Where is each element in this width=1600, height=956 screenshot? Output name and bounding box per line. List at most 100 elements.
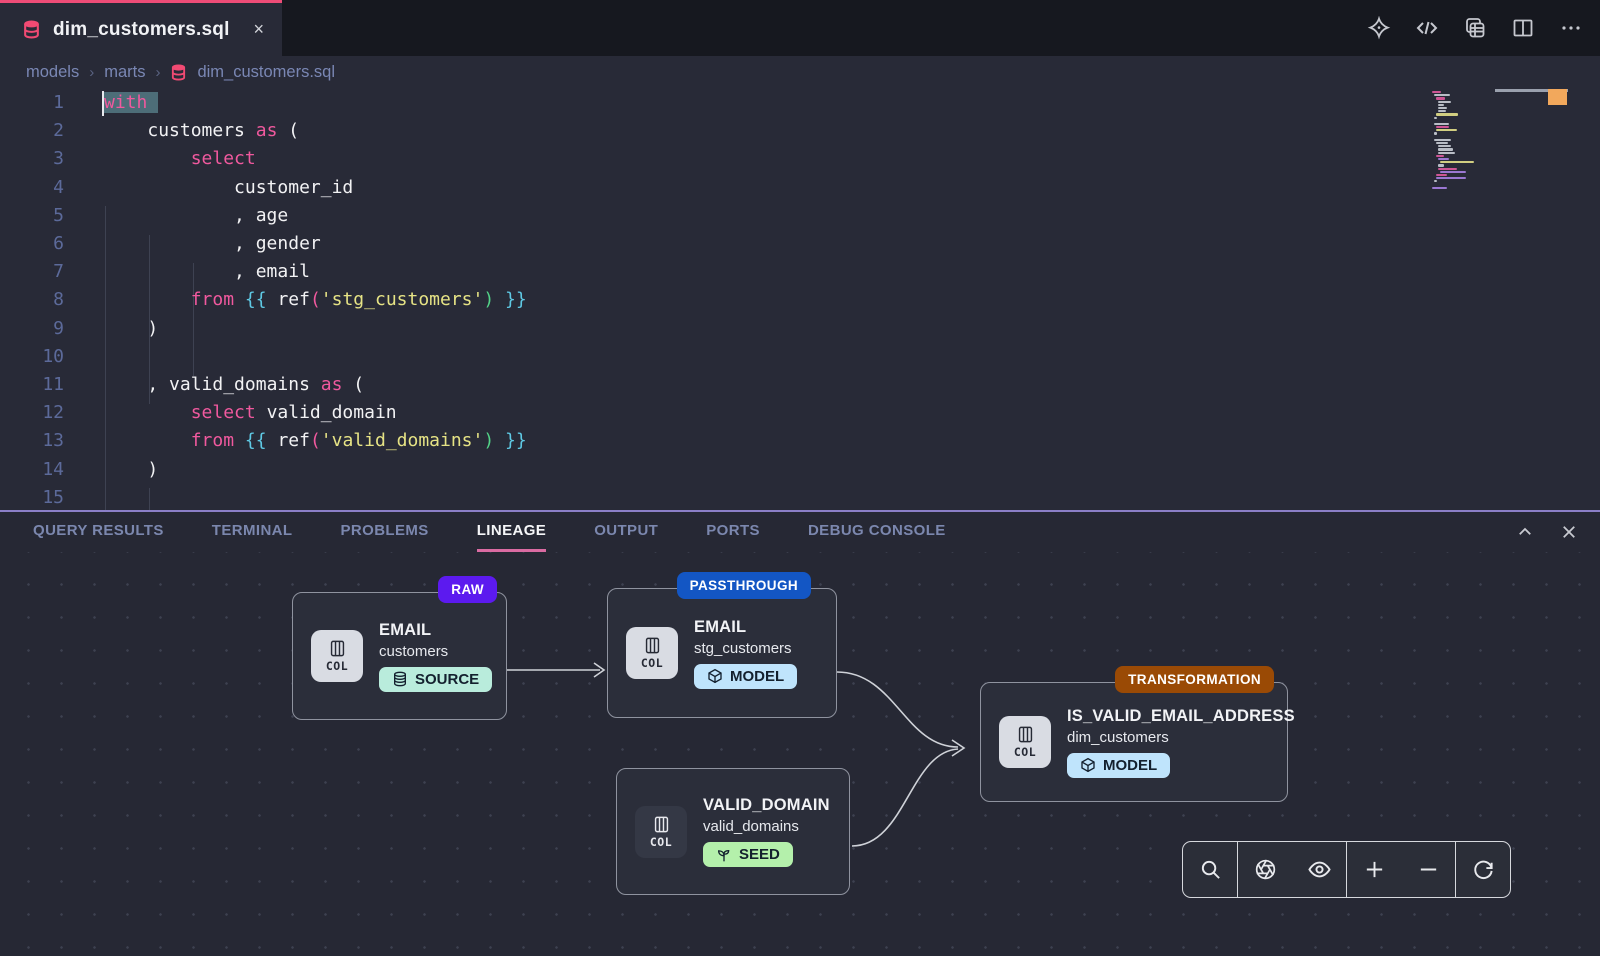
line-number: 9 [0,315,64,343]
toolbar-group [1347,842,1456,897]
minimap-line [1432,91,1441,93]
minimap-line [1436,126,1449,128]
eye-button[interactable] [1292,842,1346,897]
minimap-line [1436,142,1448,144]
line-text: , age [104,202,288,230]
edge-arrowhead [952,740,964,756]
column-icon: COL [999,716,1051,768]
panel-collapse-icon[interactable] [1516,523,1534,541]
panel-close-icon[interactable] [1560,523,1578,541]
line-text: , gender [104,230,321,258]
minimap-line [1432,187,1447,189]
line-number: 5 [0,202,64,230]
line-number: 13 [0,427,64,455]
minimap-line [1436,129,1457,131]
tab-close-icon[interactable]: × [253,19,264,40]
aperture-button[interactable] [1238,842,1292,897]
lineage-badge-passthrough: PASSTHROUGH [677,572,811,599]
node-type-badge-source: SOURCE [379,667,492,692]
code-line-11: 11 , valid_domains as ( [0,371,1600,399]
lineage-badge-transformation: TRANSFORMATION [1115,666,1274,693]
plus-button[interactable] [1347,842,1401,897]
overview-ruler-marker [1548,89,1567,105]
split-editor-icon[interactable] [1510,15,1536,41]
minimap-line [1434,139,1451,141]
tab-title: dim_customers.sql [53,19,241,41]
minus-button[interactable] [1401,842,1455,897]
minimap-line [1436,113,1458,115]
line-number: 7 [0,258,64,286]
panel-tab-terminal[interactable]: TERMINAL [212,512,293,552]
breadcrumb-separator: › [155,64,160,81]
code-icon[interactable] [1414,15,1440,41]
breadcrumb-item-models[interactable]: models [26,63,79,82]
line-number: 4 [0,174,64,202]
panel-tab-query-results[interactable]: QUERY RESULTS [33,512,164,552]
minimap-line [1438,158,1449,160]
copy-table-icon[interactable] [1462,15,1488,41]
refresh-button[interactable] [1456,842,1510,897]
edge-arrowhead [594,663,604,677]
more-icon[interactable] [1558,15,1584,41]
node-column-name: IS_VALID_EMAIL_ADDRESS [1067,707,1295,726]
node-model-name: dim_customers [1067,729,1295,746]
line-text: , valid_domains as ( [104,371,364,399]
code-line-2: 2 customers as ( [0,117,1600,145]
panel-tab-debug-console[interactable]: DEBUG CONSOLE [808,512,946,552]
line-text: ) [104,456,158,484]
toolbar-group [1183,842,1238,897]
minimap-line [1438,110,1446,112]
node-model-name: valid_domains [703,818,830,835]
lineage-node-dim_customers[interactable]: TRANSFORMATIONCOLIS_VALID_EMAIL_ADDRESSd… [980,682,1288,802]
line-text: ) [104,315,158,343]
line-text: , email [104,258,310,286]
column-icon: COL [626,627,678,679]
panel-tab-ports[interactable]: PORTS [706,512,760,552]
breadcrumb-separator: › [89,64,94,81]
minimap-line [1438,164,1444,166]
line-number: 11 [0,371,64,399]
breadcrumb-item-dim-customers-sql[interactable]: dim_customers.sql [197,63,335,82]
line-text: customer_id [104,174,353,202]
minimap-line [1440,161,1474,163]
code-line-10: 10 [0,343,1600,371]
lineage-toolbar [1182,841,1511,898]
minimap-line [1434,123,1449,125]
code-line-7: 7 , email [0,258,1600,286]
editor-tab-dim-customers[interactable]: dim_customers.sql × [0,0,282,56]
node-type-badge-seed: SEED [703,842,793,867]
minimap[interactable] [1432,91,1536,190]
tab-strip: dim_customers.sql × [0,0,1600,56]
panel-tab-lineage[interactable]: LINEAGE [477,512,546,552]
minimap-line [1438,101,1451,103]
code-line-8: 8 from {{ ref('stg_customers') }} [0,286,1600,314]
toolbar-group [1456,842,1510,897]
breadcrumb-item-marts[interactable]: marts [104,63,145,82]
line-number: 15 [0,484,64,510]
lineage-canvas[interactable]: RAWCOLEMAILcustomersSOURCEPASSTHROUGHCOL… [0,552,1600,956]
panel-tab-output[interactable]: OUTPUT [594,512,658,552]
line-text: select valid_domain [104,399,397,427]
panel-header: QUERY RESULTS TERMINAL PROBLEMS LINEAGE OUTP… [0,512,1600,552]
lineage-node-customers[interactable]: RAWCOLEMAILcustomersSOURCE [292,592,507,720]
code-line-3: 3 select [0,145,1600,173]
line-number: 3 [0,145,64,173]
node-column-name: EMAIL [379,621,492,640]
line-number: 8 [0,286,64,314]
search-button[interactable] [1183,842,1237,897]
panel-tab-problems[interactable]: PROBLEMS [340,512,428,552]
minimap-line [1438,168,1457,170]
line-text: with [104,89,158,117]
lineage-node-stg_customers[interactable]: PASSTHROUGHCOLEMAILstg_customersMODEL [607,588,837,718]
code-editor[interactable]: 1with 2 customers as (3 select4 customer… [0,89,1600,510]
code-line-15: 15 [0,484,1600,510]
lineage-node-valid_domains[interactable]: COLVALID_DOMAINvalid_domainsSEED [616,768,850,895]
titlebar-actions [1366,0,1584,56]
extension-pinwheel-icon[interactable] [1366,15,1392,41]
column-icon: COL [311,630,363,682]
ide-window: dim_customers.sql × models › marts › dim_cus… [0,0,1600,956]
line-number: 2 [0,117,64,145]
minimap-line [1440,171,1466,173]
minimap-line [1438,104,1444,106]
line-number: 6 [0,230,64,258]
